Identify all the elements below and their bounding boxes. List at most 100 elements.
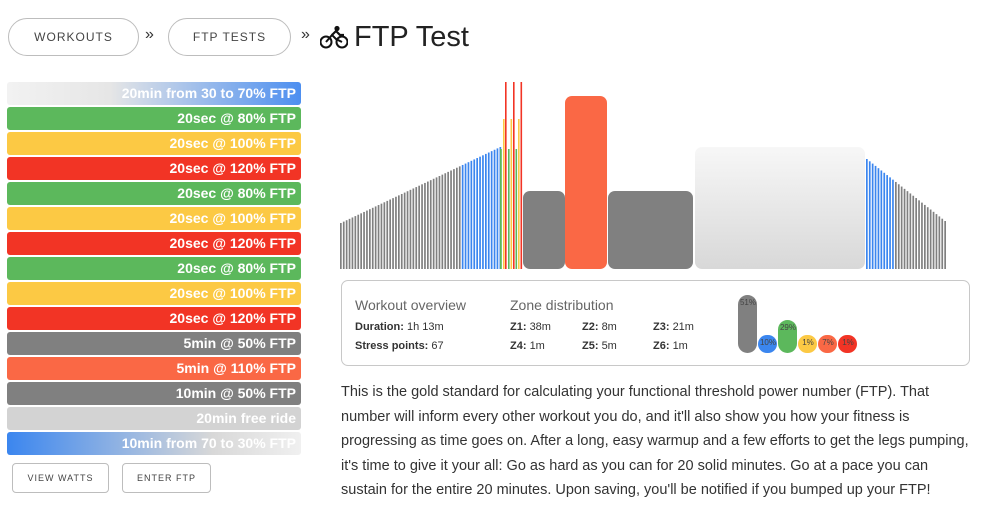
warmup-bar [485, 153, 487, 269]
warmup-bar [435, 177, 438, 269]
warmup-bar [479, 156, 481, 269]
warmup-bar [386, 200, 389, 269]
cooldown-bar [909, 193, 912, 269]
interval-bar [508, 149, 510, 269]
segment-interval: 20sec @ 80% FTP [7, 107, 301, 130]
zone-pill-label: 1% [842, 338, 854, 347]
warmup-bar [369, 209, 371, 269]
warmup-bar [345, 220, 348, 269]
zone-item: Z2: 8m [582, 321, 617, 333]
cooldown-bar [874, 165, 877, 269]
cooldown-bar [897, 184, 900, 269]
warmup-bar [383, 202, 386, 269]
duration-label: Duration: [355, 321, 404, 333]
warmup-bar [447, 171, 449, 269]
warmup-bar [357, 214, 360, 269]
warmup-bar [360, 213, 362, 269]
overview-heading: Workout overview [355, 297, 467, 313]
segment-cooldown: 10min from 70 to 30% FTP [7, 432, 301, 455]
segment-interval: 20sec @ 100% FTP [7, 132, 301, 155]
zone-pill-label: 51% [739, 298, 756, 307]
segment-recovery: 5min @ 50% FTP [7, 332, 301, 355]
warmup-bar [366, 210, 368, 269]
breadcrumb-separator: » [301, 26, 310, 43]
zone-heading: Zone distribution [510, 297, 614, 313]
stress-value: 67 [431, 340, 444, 352]
warmup-bar [380, 203, 383, 269]
interval-bar [513, 82, 515, 269]
warmup-bar [482, 155, 484, 269]
workout-overview-panel: Workout overview Duration: 1h 13m Stress… [341, 280, 970, 366]
cooldown-bar [929, 209, 932, 269]
zone-item: Z4: 1m [510, 340, 545, 352]
breadcrumb-ftp-tests-button[interactable]: FTP TESTS [168, 18, 291, 56]
warmup-bar [415, 187, 418, 269]
cooldown-bar [886, 175, 888, 269]
workout-profile-graph [340, 82, 946, 269]
recovery-block [523, 191, 565, 269]
warmup-bar [354, 216, 357, 269]
duration-value: 1h 13m [406, 321, 444, 333]
interval-bar [520, 82, 523, 269]
warmup-bar [473, 159, 476, 269]
stress-row: Stress points: 67 [355, 340, 444, 352]
warmup-bar [377, 205, 380, 269]
cooldown-bar [900, 186, 903, 269]
page-title-wrap: FTP Test [320, 18, 469, 56]
cyclist-icon [320, 25, 348, 49]
warmup-bar [340, 223, 342, 269]
warmup-bar [444, 173, 447, 269]
warmup-bar [421, 184, 423, 269]
breadcrumb-separator: » [145, 26, 154, 43]
zone-item: Z6: 1m [653, 340, 688, 352]
warmup-bar [487, 152, 490, 269]
view-watts-button[interactable]: VIEW WATTS [12, 463, 109, 493]
warmup-bar [453, 169, 455, 269]
warmup-bar [450, 170, 452, 269]
warmup-bar [403, 192, 406, 269]
cooldown-bar [880, 170, 883, 269]
zone-item: Z1: 38m [510, 321, 551, 333]
warmup-bar [342, 221, 345, 269]
zone-item: Z5: 5m [582, 340, 617, 352]
cooldown-bar [915, 198, 917, 269]
warmup-bar [496, 148, 499, 269]
warmup-bar [406, 191, 409, 269]
cooldown-bar [938, 216, 941, 269]
zone-pill-label: 10% [759, 338, 776, 347]
segment-interval: 20sec @ 120% FTP [7, 307, 301, 330]
cooldown-bar [935, 214, 938, 269]
warmup-bar [427, 181, 429, 269]
cooldown-bar [918, 200, 920, 269]
segment-warmup: 20min from 30 to 70% FTP [7, 82, 301, 105]
segment-interval: 20sec @ 100% FTP [7, 282, 301, 305]
warmup-bar [412, 188, 415, 269]
enter-ftp-button[interactable]: ENTER FTP [122, 463, 211, 493]
warmup-bar [374, 206, 377, 269]
page-title: FTP Test [354, 20, 469, 53]
warmup-bar [476, 158, 478, 269]
warmup-bar [429, 180, 432, 269]
segment-interval: 20sec @ 80% FTP [7, 257, 301, 280]
interval-bar [515, 149, 518, 269]
cooldown-bar [871, 163, 874, 269]
cooldown-bar [941, 218, 944, 269]
interval-bar [518, 119, 520, 269]
warmup-bar [464, 163, 467, 269]
warmup-bar [467, 162, 470, 269]
warmup-bar [389, 199, 391, 269]
cooldown-bar [892, 179, 894, 269]
segment-recovery: 10min @ 50% FTP [7, 382, 301, 405]
breadcrumb-workouts-button[interactable]: WORKOUTS [8, 18, 139, 56]
warmup-bar [348, 218, 351, 269]
cooldown-bar [868, 161, 871, 269]
warmup-bar [432, 178, 435, 269]
cooldown-bar [906, 191, 909, 269]
segment-interval: 20sec @ 120% FTP [7, 232, 301, 255]
recovery-block [608, 191, 693, 269]
warmup-bar [458, 166, 461, 269]
warmup-bar [441, 174, 444, 269]
warmup-bar [418, 185, 420, 269]
warmup-bar [470, 160, 473, 269]
warmup-bar [493, 149, 496, 269]
